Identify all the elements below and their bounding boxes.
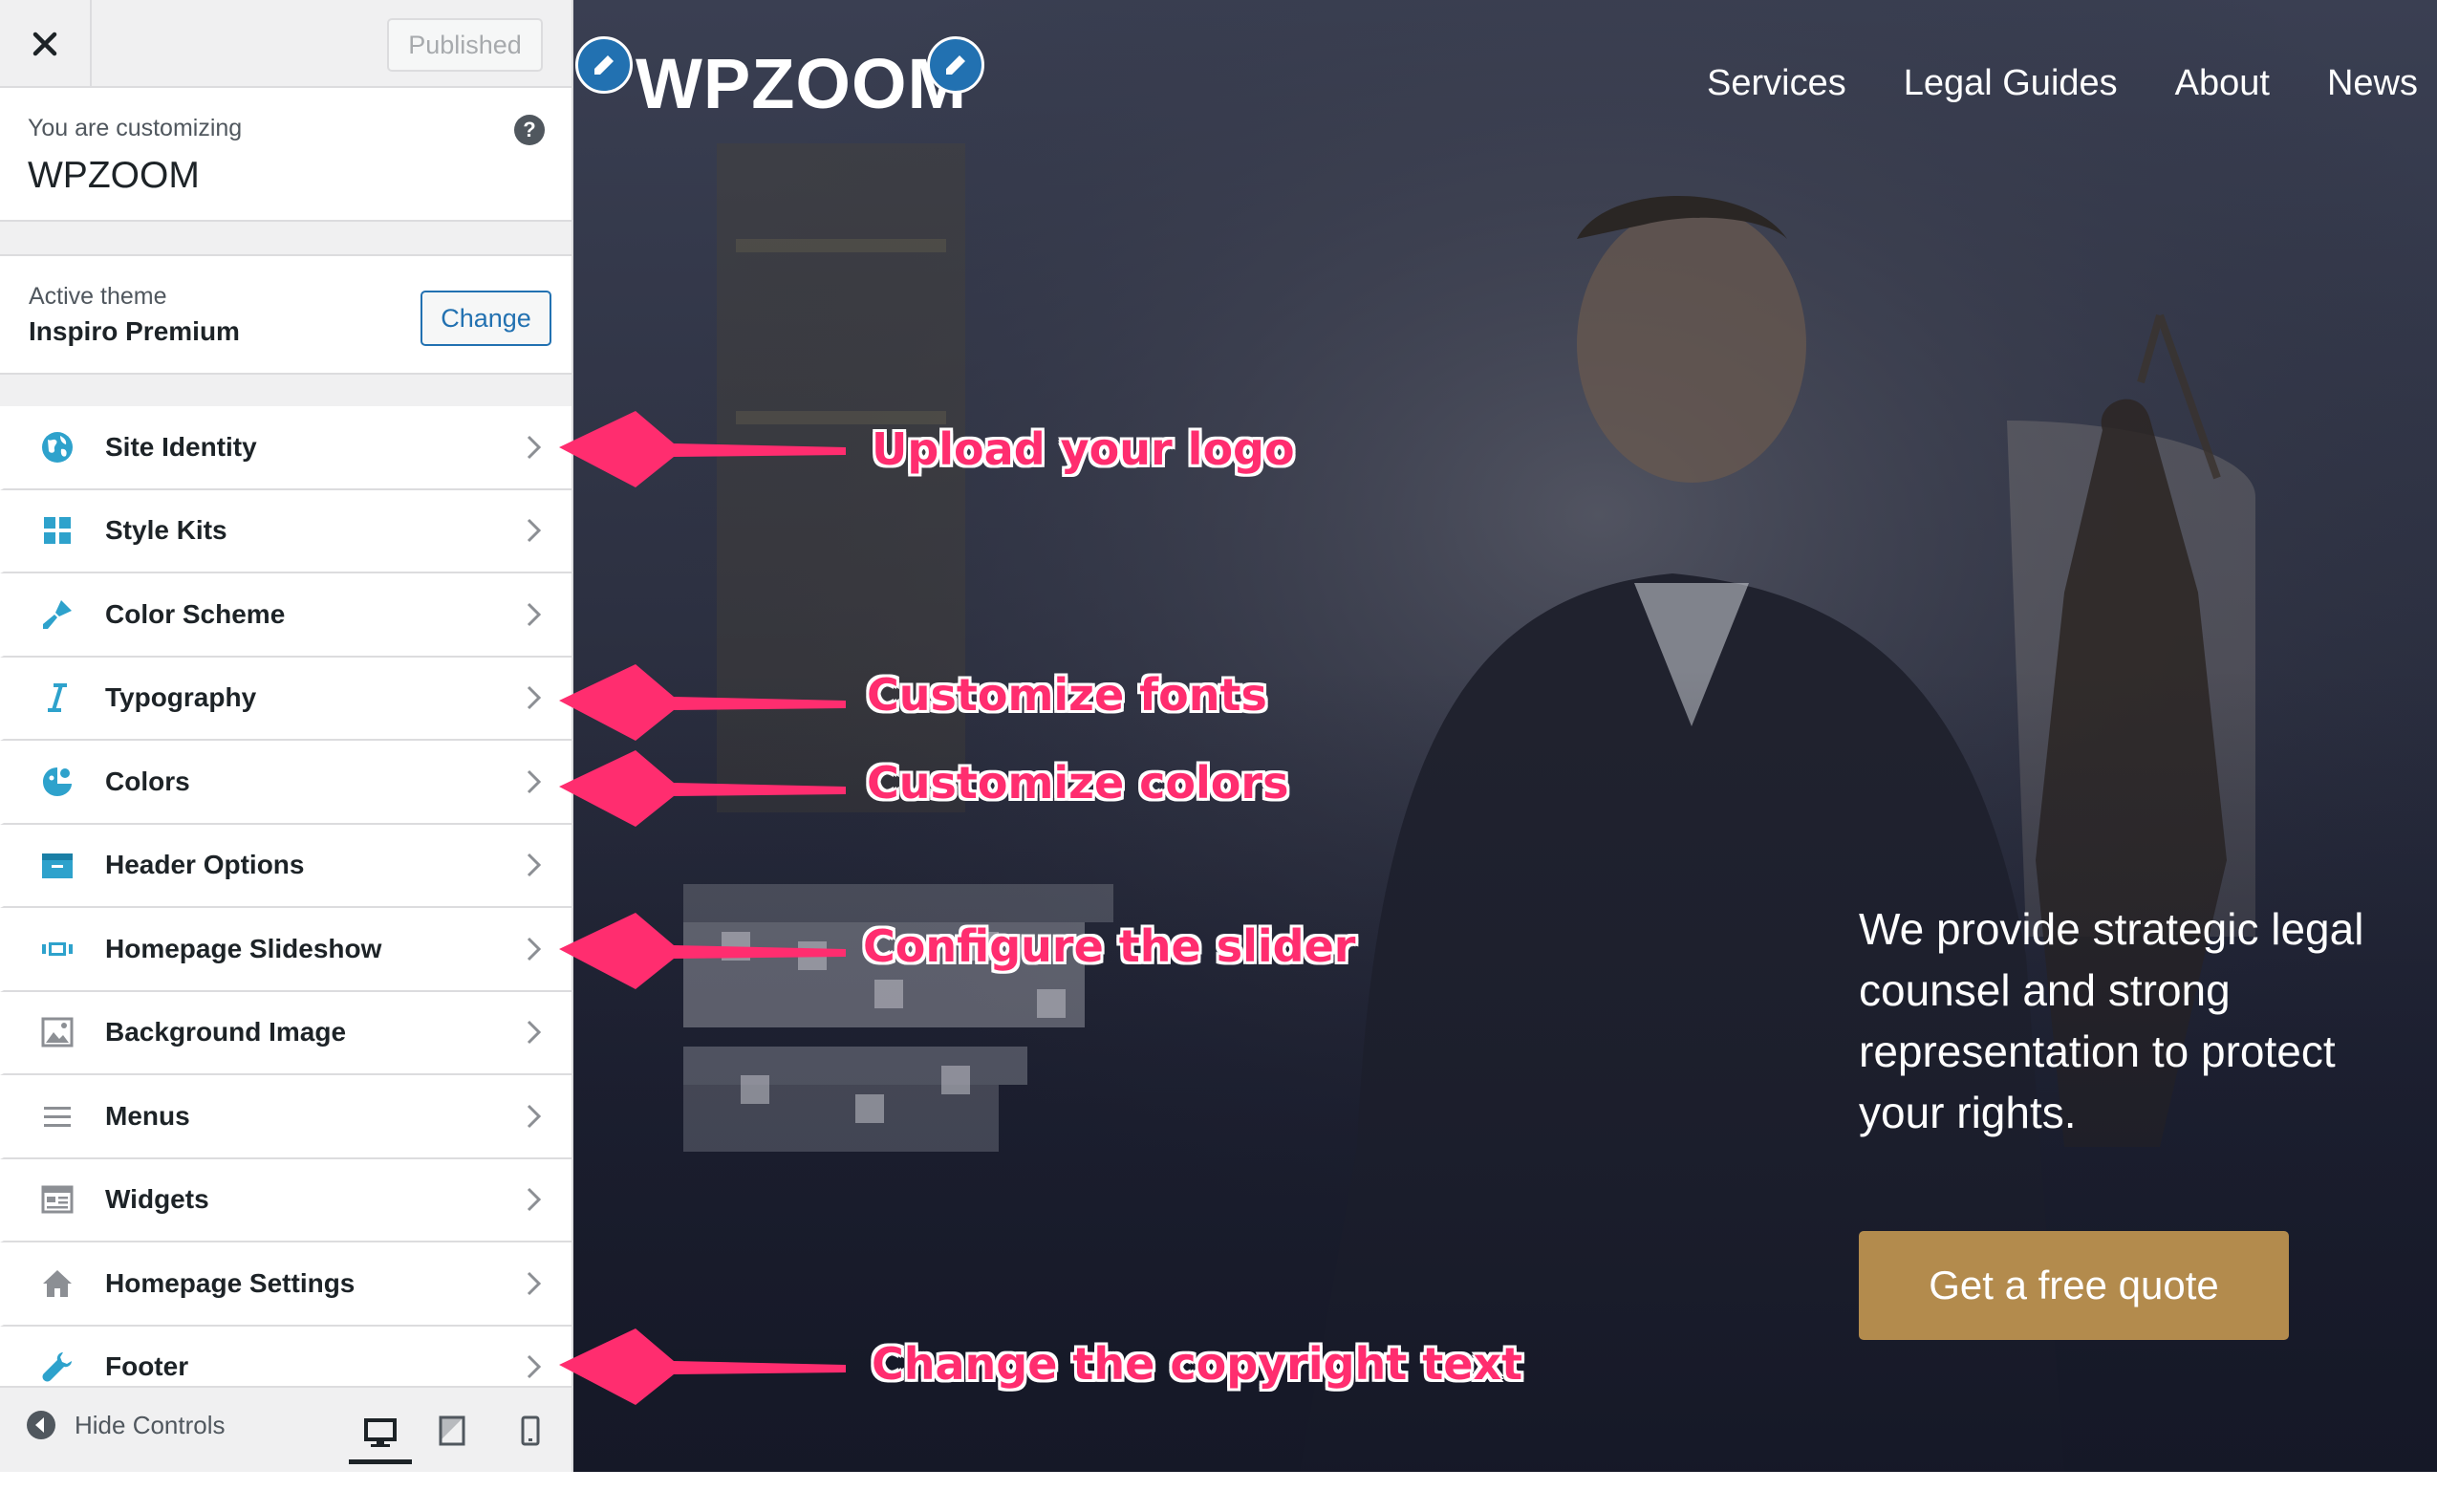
customizing-label: You are customizing (28, 115, 243, 141)
palette-icon (43, 767, 72, 796)
customizer-footer: Hide Controls (0, 1386, 572, 1472)
nav-link-services[interactable]: Services (1707, 63, 1846, 104)
annotation-arrow (559, 664, 846, 741)
header-icon (42, 853, 73, 879)
image-icon (41, 1017, 74, 1048)
chevron-right-icon (527, 435, 542, 459)
section-label: Site Identity (105, 431, 257, 462)
annotation-upload-logo: Upload your logo (872, 423, 1295, 475)
pencil-icon (594, 55, 614, 75)
section-label: Header Options (105, 850, 305, 880)
section-colors[interactable]: Colors (0, 741, 572, 825)
section-style-kits[interactable]: Style Kits (0, 489, 572, 573)
section-label: Background Image (105, 1017, 347, 1048)
section-label: Widgets (105, 1184, 209, 1215)
slideshow-icon (42, 941, 73, 956)
paint-brush-icon (43, 599, 72, 629)
chevron-right-icon (527, 1104, 542, 1128)
home-icon (43, 1269, 72, 1297)
chevron-right-icon (527, 602, 542, 626)
close-button[interactable] (0, 0, 92, 88)
menu-icon (44, 1106, 71, 1127)
active-theme-panel: Active theme Inspiro Premium Change (0, 254, 572, 375)
chevron-right-icon (527, 686, 542, 710)
site-logo[interactable]: WPZOOM (636, 43, 967, 124)
nav-link-about[interactable]: About (2175, 63, 2270, 104)
help-icon[interactable]: ? (514, 115, 545, 145)
pencil-icon (946, 55, 965, 75)
site-title: WPZOOM (28, 155, 200, 196)
chevron-right-icon (527, 1021, 542, 1045)
section-label: Colors (105, 766, 190, 796)
italic-icon (48, 683, 67, 713)
hero-description: We provide strategic legal counsel and s… (1859, 904, 2364, 1137)
nav-link-legal-guides[interactable]: Legal Guides (1904, 63, 2118, 104)
annotation-arrow (559, 1328, 846, 1405)
section-color-scheme[interactable]: Color Scheme (0, 573, 572, 658)
section-site-identity[interactable]: Site Identity (0, 406, 572, 490)
edit-title-shortcut[interactable] (927, 36, 984, 94)
customizer-sidebar: Published You are customizing WPZOOM ? A… (0, 0, 573, 1472)
chevron-right-icon (527, 937, 542, 961)
annotation-arrow (559, 411, 846, 487)
preview-tablet-button[interactable] (428, 1407, 476, 1455)
globe-icon (42, 431, 73, 463)
section-menus[interactable]: Menus (0, 1075, 572, 1159)
wrench-icon (42, 1352, 72, 1382)
annotation-copyright-text: Change the copyright text (872, 1338, 1523, 1390)
chevron-right-icon (527, 1188, 542, 1212)
annotation-customize-fonts: Customize fonts (867, 669, 1267, 721)
chevron-right-icon (527, 1271, 542, 1295)
desktop-icon (364, 1417, 397, 1447)
section-label: Menus (105, 1100, 190, 1131)
section-homepage-settings[interactable]: Homepage Settings (0, 1242, 572, 1327)
chevron-right-icon (527, 769, 542, 793)
section-widgets[interactable]: Widgets (0, 1158, 572, 1242)
edit-logo-shortcut[interactable] (575, 36, 633, 94)
section-label: Homepage Slideshow (105, 933, 382, 963)
section-typography[interactable]: Typography (0, 657, 572, 741)
active-theme-name: Inspiro Premium (29, 316, 240, 346)
section-label: Homepage Settings (105, 1267, 356, 1298)
section-header-options[interactable]: Header Options (0, 824, 572, 908)
main-navigation: Services Legal Guides About News (1707, 63, 2418, 104)
collapse-icon (27, 1411, 55, 1439)
published-button[interactable]: Published (387, 18, 543, 72)
customizing-info: You are customizing WPZOOM ? (0, 88, 572, 222)
section-label: Color Scheme (105, 598, 286, 629)
annotation-configure-slider: Configure the slider (863, 920, 1356, 972)
customizer-header: Published (0, 0, 572, 88)
annotation-customize-colors: Customize colors (867, 757, 1289, 809)
annotation-arrow (559, 913, 846, 989)
change-theme-button[interactable]: Change (421, 291, 551, 346)
section-label: Typography (105, 682, 257, 713)
mobile-icon (521, 1415, 540, 1446)
close-icon (32, 32, 57, 56)
preview-mobile-button[interactable] (507, 1407, 554, 1455)
hide-controls-label: Hide Controls (75, 1410, 226, 1439)
chevron-right-icon (527, 853, 542, 877)
chevron-right-icon (527, 1355, 542, 1379)
active-theme-label: Active theme (29, 283, 167, 310)
site-preview: WPZOOM Services Legal Guides About News … (573, 0, 2437, 1472)
section-label: Footer (105, 1351, 189, 1382)
customizer-sections: Site Identity Style Kits Color Scheme Ty… (0, 406, 572, 1410)
section-background-image[interactable]: Background Image (0, 991, 572, 1075)
get-quote-button[interactable]: Get a free quote (1859, 1231, 2289, 1340)
section-label: Style Kits (105, 515, 227, 546)
hide-controls-button[interactable]: Hide Controls (25, 1409, 226, 1441)
section-homepage-slideshow[interactable]: Homepage Slideshow (0, 908, 572, 992)
annotation-arrow (559, 750, 846, 827)
widgets-icon (41, 1185, 74, 1214)
grid-icon (44, 517, 71, 545)
nav-link-news[interactable]: News (2327, 63, 2418, 104)
preview-desktop-button[interactable] (349, 1407, 412, 1464)
chevron-right-icon (527, 519, 542, 543)
tablet-icon (439, 1415, 465, 1446)
